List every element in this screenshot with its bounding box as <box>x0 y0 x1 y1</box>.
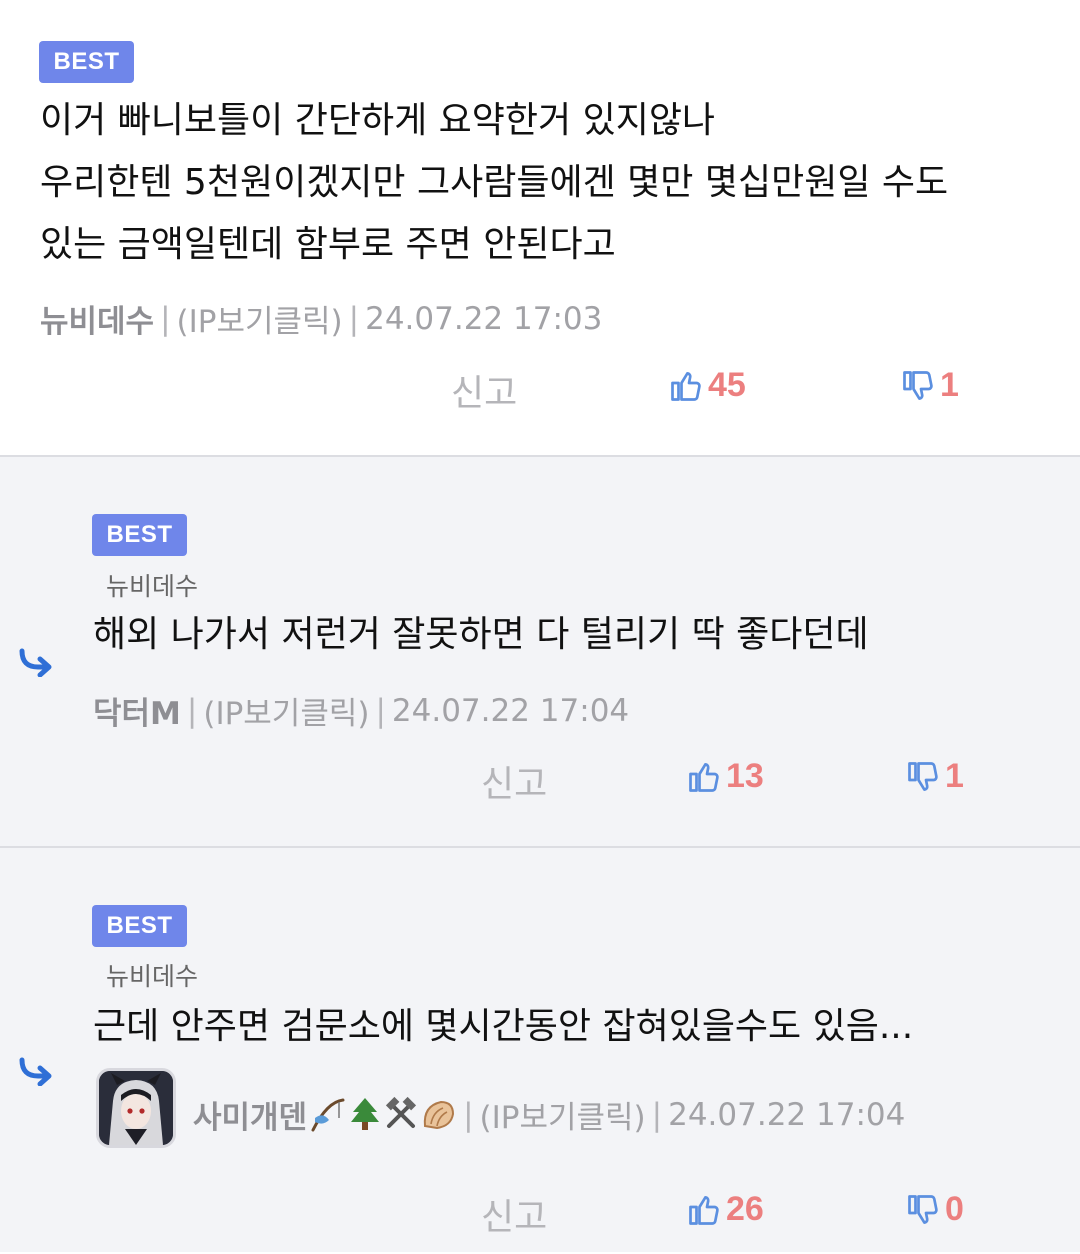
reply-to-author: 뉴비데수 <box>106 572 199 601</box>
dislike-button[interactable]: 0 <box>905 1190 964 1229</box>
separator: | <box>463 1096 474 1133</box>
dislike-count: 1 <box>940 366 959 404</box>
thumbs-up-icon <box>689 762 719 792</box>
shell-icon <box>423 1100 455 1129</box>
comment-body: 이거 빠니보틀이 간단하게 요약한거 있지않나 우리한텐 5천원이겠지만 그사람… <box>40 90 948 276</box>
like-button[interactable]: 45 <box>668 366 746 405</box>
thumbs-down-icon <box>903 370 933 400</box>
author-name[interactable]: 사미개덴 <box>193 1092 307 1137</box>
comment-body: 해외 나가서 저런거 잘못하면 다 털리기 딱 좋다던데 <box>93 604 869 666</box>
reply-arrow-icon <box>19 648 52 677</box>
best-badge: BEST <box>92 905 187 947</box>
comment-3-reply: BEST 뉴비데수 근데 안주면 검문소에 몇시간동안 잡혀있을수도 있음...… <box>0 848 1080 1252</box>
reply-arrow-icon <box>19 1057 52 1086</box>
dislike-button[interactable]: 1 <box>905 757 964 796</box>
best-badge: BEST <box>92 514 187 556</box>
comment-meta: 사미개덴 | (IP보기클릭) | 24.07.22 17:04 <box>193 1092 905 1137</box>
timestamp: 24.07.22 17:04 <box>668 1096 906 1133</box>
like-count: 45 <box>708 366 746 404</box>
report-button[interactable]: 신고 <box>481 1188 547 1240</box>
separator: | <box>375 692 386 729</box>
comment-meta: 뉴비데수 | (IP보기클릭) | 24.07.22 17:03 <box>40 296 602 341</box>
comment-1: BEST 이거 빠니보틀이 간단하게 요약한거 있지않나 우리한텐 5천원이겠지… <box>0 0 1080 457</box>
comment-2-reply: BEST 뉴비데수 해외 나가서 저런거 잘못하면 다 털리기 딱 좋다던데 닥… <box>0 457 1080 848</box>
comment-line: 이거 빠니보틀이 간단하게 요약한거 있지않나 <box>40 100 716 141</box>
comment-line: 해외 나가서 저런거 잘못하면 다 털리기 딱 좋다던데 <box>93 614 869 655</box>
avatar-portrait <box>99 1071 173 1145</box>
separator: | <box>348 300 360 337</box>
author-name[interactable]: 뉴비데수 <box>40 296 154 341</box>
avatar[interactable] <box>96 1068 176 1148</box>
report-button[interactable]: 신고 <box>481 755 547 807</box>
like-count: 13 <box>726 757 764 795</box>
best-badge: BEST <box>39 41 134 83</box>
comment-body: 근데 안주면 검문소에 몇시간동안 잡혀있을수도 있음... <box>93 996 913 1058</box>
hammer-pick-icon <box>386 1096 417 1128</box>
comment-line: 있는 금액일텐데 함부로 주면 안된다고 <box>40 224 616 265</box>
separator: | <box>186 692 198 729</box>
thumbs-up-icon <box>671 371 701 401</box>
timestamp: 24.07.22 17:04 <box>391 692 630 729</box>
comment-line: 우리한텐 5천원이겠지만 그사람들에겐 몇만 몇십만원일 수도 <box>40 162 949 203</box>
thumbs-down-icon <box>908 761 938 791</box>
thumbs-up-icon <box>689 1195 719 1225</box>
report-button[interactable]: 신고 <box>451 364 517 416</box>
reply-to-author: 뉴비데수 <box>106 962 199 991</box>
thumbs-down-icon <box>908 1194 938 1224</box>
ip-view-link[interactable]: (IP보기클릭) <box>203 688 369 733</box>
comment-line: 근데 안주면 검문소에 몇시간동안 잡혀있을수도 있음... <box>93 1006 914 1047</box>
like-button[interactable]: 13 <box>686 757 764 796</box>
fishing-rod-icon <box>311 1098 345 1131</box>
like-button[interactable]: 26 <box>686 1190 764 1229</box>
comment-meta: 닥터M | (IP보기클릭) | 24.07.22 17:04 <box>93 688 629 733</box>
like-count: 26 <box>726 1190 764 1228</box>
ip-view-link[interactable]: (IP보기클릭) <box>480 1092 646 1137</box>
dislike-count: 1 <box>945 757 964 795</box>
author-name[interactable]: 닥터M <box>93 688 181 733</box>
tree-icon <box>351 1097 380 1130</box>
author-emoji-row <box>309 1096 457 1134</box>
separator: | <box>160 300 171 337</box>
dislike-count: 0 <box>945 1190 964 1228</box>
timestamp: 24.07.22 17:03 <box>365 300 603 337</box>
dislike-button[interactable]: 1 <box>900 366 959 405</box>
ip-view-link[interactable]: (IP보기클릭) <box>177 296 343 341</box>
separator: | <box>651 1096 663 1133</box>
